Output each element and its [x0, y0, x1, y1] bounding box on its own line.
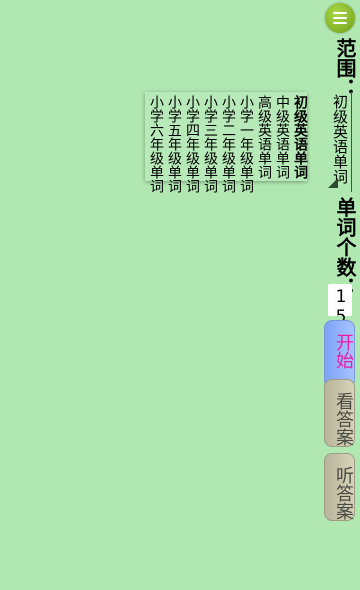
range-option-3[interactable]: 高级英语单词	[254, 95, 274, 179]
menu-icon	[333, 12, 347, 14]
dropdown-caret-icon	[328, 178, 338, 188]
word-count-input[interactable]: 15	[328, 284, 352, 327]
range-spinner-value: 初级英语单词	[331, 94, 349, 184]
range-spinner[interactable]: 初级英语单词	[328, 92, 352, 192]
word-count-label: 单词个数：	[333, 197, 357, 297]
show-answer-button[interactable]: 看答案	[324, 379, 355, 447]
range-option-1[interactable]: 初级英语单词	[290, 95, 310, 179]
range-option-5[interactable]: 小学二年级单词	[218, 95, 238, 193]
start-button[interactable]: 开始	[324, 320, 355, 388]
range-dropdown: 初级英语单词 中级英语单词 高级英语单词 小学一年级单词 小学二年级单词 小学三…	[145, 92, 310, 193]
range-option-6[interactable]: 小学三年级单词	[200, 95, 220, 193]
range-option-7[interactable]: 小学四年级单词	[182, 95, 202, 193]
menu-button[interactable]	[325, 3, 355, 33]
range-option-9[interactable]: 小学六年级单词	[146, 95, 166, 193]
range-label: 范围：	[333, 38, 357, 98]
listen-answer-button[interactable]: 听答案	[324, 453, 355, 521]
range-option-2[interactable]: 中级英语单词	[272, 95, 292, 179]
range-option-4[interactable]: 小学一年级单词	[236, 95, 256, 193]
range-option-8[interactable]: 小学五年级单词	[164, 95, 184, 193]
